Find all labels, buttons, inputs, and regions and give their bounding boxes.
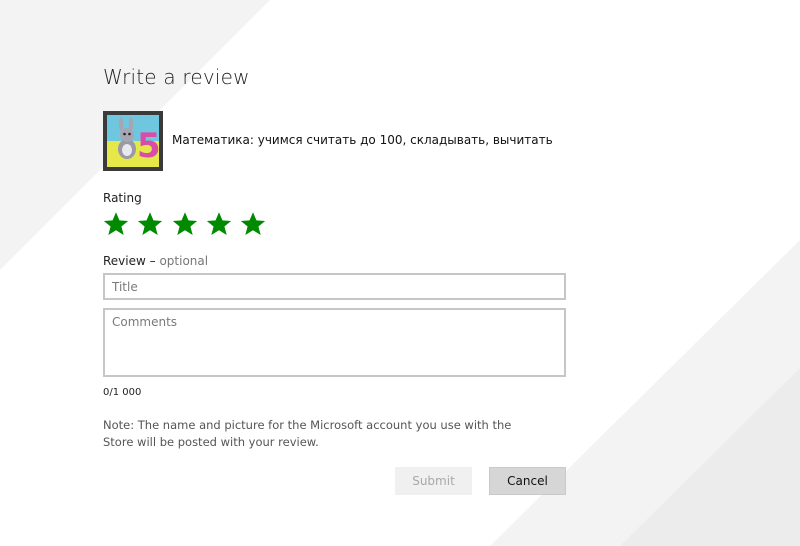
cancel-button[interactable]: Cancel (489, 467, 566, 495)
star-2-icon[interactable] (137, 211, 163, 237)
star-1-icon[interactable] (103, 211, 129, 237)
app-name: Математика: учимся считать до 100, склад… (172, 133, 553, 147)
rating-label: Rating (103, 191, 142, 205)
svg-text:5: 5 (137, 126, 159, 166)
star-4-icon[interactable] (206, 211, 232, 237)
star-5-icon[interactable] (240, 211, 266, 237)
submit-button[interactable]: Submit (395, 467, 472, 495)
app-info: 5 Математика: учимся считать до 100, скл… (103, 111, 566, 171)
app-icon: 5 (103, 111, 163, 171)
star-rating (103, 209, 566, 239)
dialog-title: Write a review (103, 65, 250, 89)
review-label: Review – optional (103, 254, 566, 268)
comments-input[interactable] (103, 308, 566, 377)
title-input[interactable] (103, 273, 566, 300)
review-label-text: Review – (103, 254, 156, 268)
optional-label: optional (159, 254, 209, 268)
character-counter: 0/1 000 (103, 387, 142, 398)
write-review-dialog: Write a review 5 Математика: учимся счит… (103, 62, 566, 495)
star-3-icon[interactable] (172, 211, 198, 237)
account-note: Note: The name and picture for the Micro… (103, 418, 512, 449)
button-row: Submit Cancel (103, 467, 566, 495)
